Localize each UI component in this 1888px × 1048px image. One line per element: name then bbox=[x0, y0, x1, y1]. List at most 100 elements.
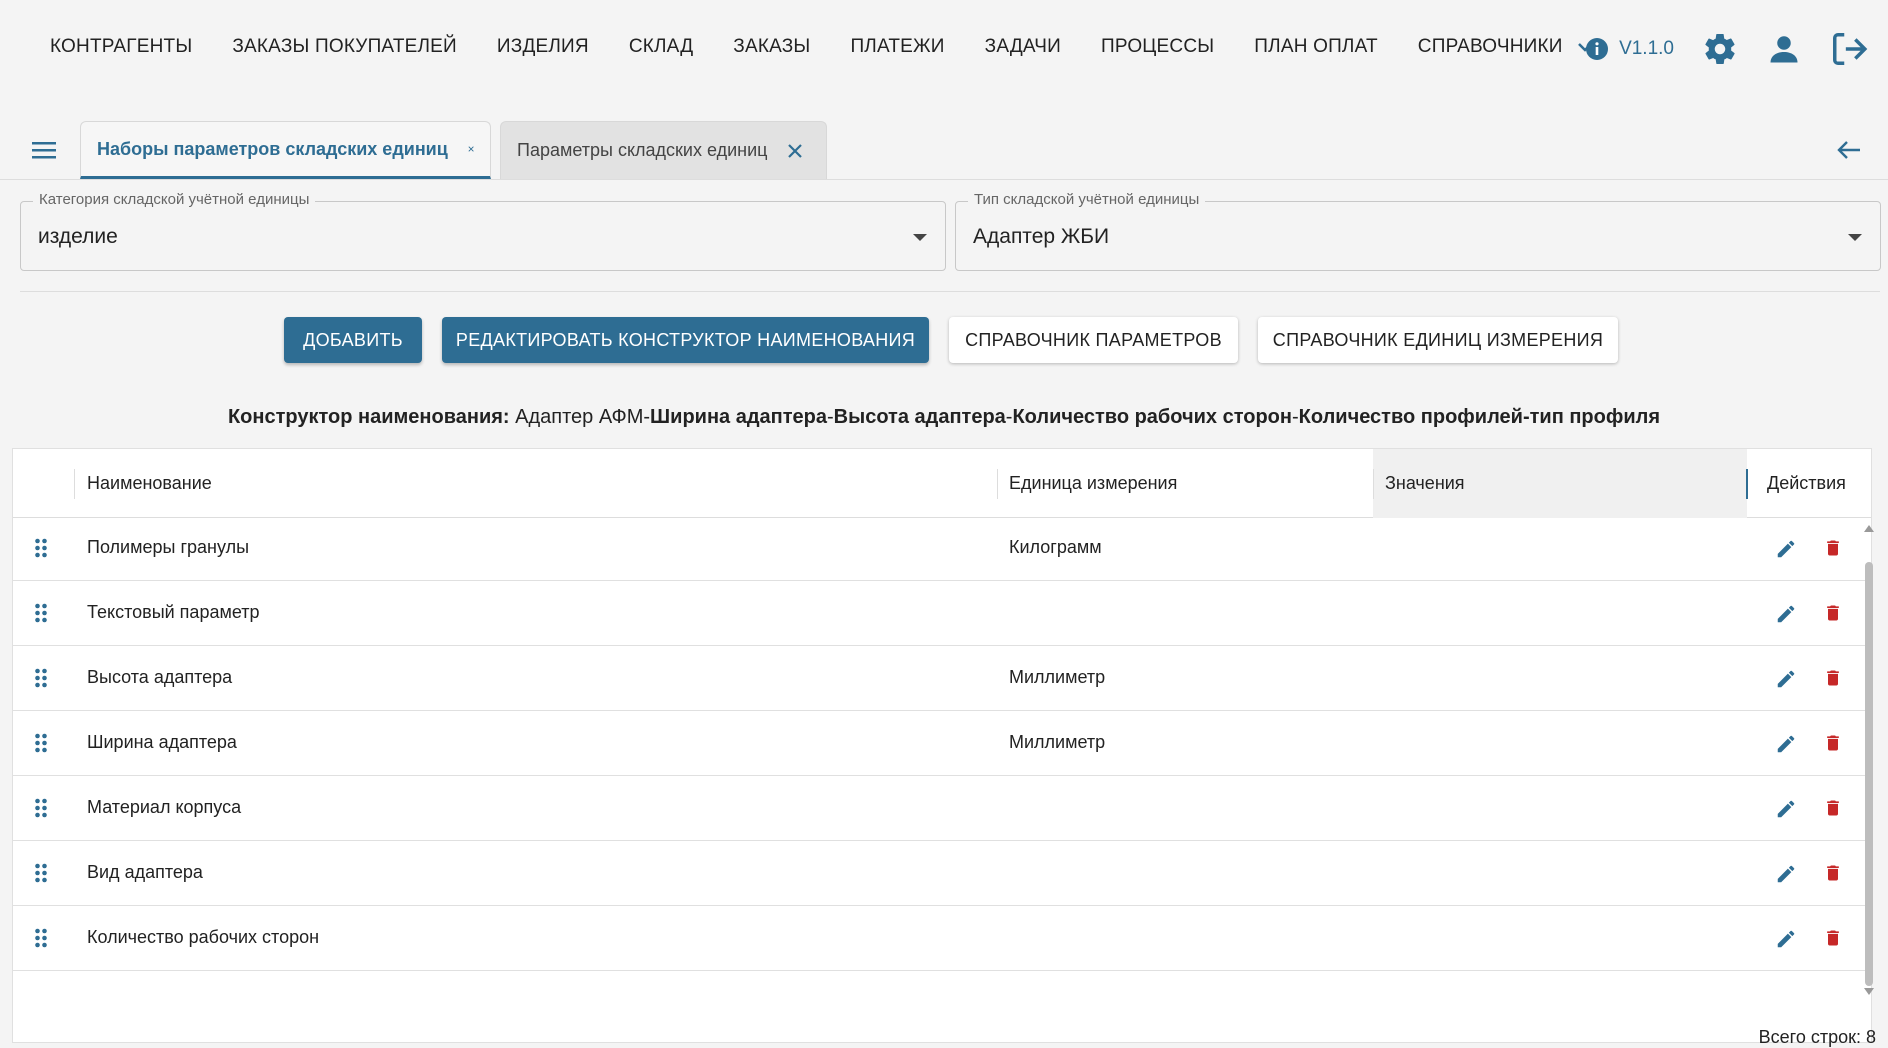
parameter-name: Текстовый параметр bbox=[87, 602, 260, 622]
parameter-unit: Килограмм bbox=[1009, 537, 1102, 557]
drag-handle-icon[interactable] bbox=[35, 668, 47, 688]
scrollbar-thumb[interactable] bbox=[1865, 562, 1873, 986]
name-constructor-prefix: Адаптер АФМ- bbox=[515, 406, 651, 428]
hamburger-menu-icon[interactable] bbox=[30, 138, 58, 162]
top-right-controls: V1.1.0 bbox=[1585, 30, 1868, 68]
dropdown-arrow-icon bbox=[913, 234, 927, 241]
logout-icon[interactable] bbox=[1830, 30, 1868, 68]
nav-item-products[interactable]: ИЗДЕЛИЯ bbox=[497, 36, 589, 58]
parameters-table: Наименование Единица измерения Значения … bbox=[12, 448, 1872, 1043]
parameter-name: Вид адаптера bbox=[87, 862, 203, 882]
table-row[interactable]: Материал корпуса bbox=[13, 776, 1871, 841]
trash-icon[interactable] bbox=[1823, 862, 1843, 884]
category-select[interactable]: Категория складской учётной единицы изде… bbox=[20, 191, 946, 271]
column-header-unit[interactable]: Единица измерения bbox=[1009, 449, 1177, 518]
parameter-name: Ширина адаптера bbox=[87, 732, 237, 752]
drag-handle-icon[interactable] bbox=[35, 603, 47, 623]
pencil-icon[interactable] bbox=[1775, 798, 1797, 820]
table-row[interactable]: Количество рабочих сторон bbox=[13, 906, 1871, 971]
user-icon[interactable] bbox=[1766, 31, 1802, 67]
drag-handle-icon[interactable] bbox=[35, 863, 47, 883]
column-header-values[interactable]: Значения bbox=[1385, 449, 1465, 518]
divider bbox=[20, 291, 1880, 292]
drag-handle-icon[interactable] bbox=[35, 538, 47, 558]
nav-item-references-label: СПРАВОЧНИКИ bbox=[1417, 36, 1563, 57]
version-info[interactable]: V1.1.0 bbox=[1585, 37, 1674, 61]
table-scrollbar[interactable] bbox=[1862, 520, 1876, 1000]
column-separator bbox=[997, 469, 998, 499]
column-header-name[interactable]: Наименование bbox=[87, 449, 212, 518]
type-select-label: Тип складской учётной единицы bbox=[968, 191, 1206, 208]
column-separator bbox=[1373, 469, 1374, 499]
name-constructor-part: Высота адаптера bbox=[833, 406, 1006, 428]
tab-parameter-sets[interactable]: Наборы параметров складских единиц bbox=[80, 121, 491, 179]
name-constructor-separator: - bbox=[1291, 406, 1299, 428]
version-label: V1.1.0 bbox=[1619, 38, 1674, 59]
scroll-up-arrow-icon[interactable] bbox=[1864, 524, 1874, 532]
dropdown-arrow-icon bbox=[1848, 234, 1862, 241]
nav-item-orders[interactable]: ЗАКАЗЫ bbox=[733, 36, 810, 58]
nav-item-warehouse[interactable]: СКЛАД bbox=[629, 36, 693, 58]
name-constructor: Конструктор наименования: Адаптер АФМ-Ши… bbox=[0, 406, 1888, 429]
drag-handle-icon[interactable] bbox=[35, 798, 47, 818]
parameter-unit: Миллиметр bbox=[1009, 732, 1106, 752]
table-row[interactable]: Высота адаптера Миллиметр bbox=[13, 646, 1871, 711]
name-constructor-label: Конструктор наименования: bbox=[227, 406, 510, 428]
row-count: Всего строк: 8 bbox=[1758, 1027, 1876, 1047]
table-row[interactable]: Текстовый параметр bbox=[13, 581, 1871, 646]
table-row[interactable]: Полимеры гранулы Килограмм bbox=[13, 516, 1871, 581]
name-constructor-separator: - bbox=[827, 406, 834, 428]
name-constructor-part: Ширина адаптера bbox=[650, 406, 827, 428]
column-header-actions: Действия bbox=[1767, 473, 1846, 493]
main-nav: КОНТРАГЕНТЫ ЗАКАЗЫ ПОКУПАТЕЛЕЙ ИЗДЕЛИЯ С… bbox=[50, 36, 1633, 58]
info-icon bbox=[1586, 38, 1609, 60]
trash-icon[interactable] bbox=[1823, 667, 1843, 689]
nav-item-tasks[interactable]: ЗАДАЧИ bbox=[985, 36, 1061, 58]
trash-icon[interactable] bbox=[1823, 732, 1843, 754]
column-resize-handle[interactable] bbox=[1746, 469, 1748, 499]
trash-icon[interactable] bbox=[1823, 797, 1843, 819]
name-constructor-part: Количество рабочих сторон bbox=[1012, 406, 1292, 428]
nav-item-customer-orders[interactable]: ЗАКАЗЫ ПОКУПАТЕЛЕЙ bbox=[232, 36, 457, 58]
nav-item-references[interactable]: СПРАВОЧНИКИ bbox=[1418, 36, 1593, 58]
nav-item-counterparties[interactable]: КОНТРАГЕНТЫ bbox=[50, 36, 192, 58]
close-icon[interactable] bbox=[468, 141, 474, 157]
drag-handle-icon[interactable] bbox=[35, 733, 47, 753]
gear-icon[interactable] bbox=[1702, 31, 1738, 67]
add-button[interactable]: ДОБАВИТЬ bbox=[284, 317, 422, 363]
pencil-icon[interactable] bbox=[1775, 863, 1797, 885]
table-row[interactable]: Ширина адаптера Миллиметр bbox=[13, 711, 1871, 776]
tabs-bar: Наборы параметров складских единиц Парам… bbox=[0, 118, 1888, 180]
nav-item-processes[interactable]: ПРОЦЕССЫ bbox=[1101, 36, 1214, 58]
edit-name-constructor-button[interactable]: РЕДАКТИРОВАТЬ КОНСТРУКТОР НАИМЕНОВАНИЯ bbox=[442, 317, 929, 363]
tab-parameter-sets-label: Наборы параметров складских единиц bbox=[97, 138, 448, 159]
parameters-reference-button[interactable]: СПРАВОЧНИК ПАРАМЕТРОВ bbox=[949, 317, 1238, 363]
top-navigation-bar: КОНТРАГЕНТЫ ЗАКАЗЫ ПОКУПАТЕЛЕЙ ИЗДЕЛИЯ С… bbox=[0, 0, 1888, 100]
pencil-icon[interactable] bbox=[1775, 928, 1797, 950]
table-row[interactable]: Вид адаптера bbox=[13, 841, 1871, 906]
trash-icon[interactable] bbox=[1823, 927, 1843, 949]
parameter-unit: Миллиметр bbox=[1009, 667, 1106, 687]
scroll-down-arrow-icon[interactable] bbox=[1864, 988, 1874, 996]
pencil-icon[interactable] bbox=[1775, 538, 1797, 560]
units-reference-button[interactable]: СПРАВОЧНИК ЕДИНИЦ ИЗМЕРЕНИЯ bbox=[1258, 317, 1618, 363]
category-select-label: Категория складской учётной единицы bbox=[33, 191, 316, 208]
close-icon[interactable] bbox=[787, 143, 803, 159]
nav-item-payment-plan[interactable]: ПЛАН ОПЛАТ bbox=[1254, 36, 1378, 58]
drag-handle-icon[interactable] bbox=[35, 928, 47, 948]
pencil-icon[interactable] bbox=[1775, 603, 1797, 625]
column-separator bbox=[74, 469, 75, 499]
nav-item-payments[interactable]: ПЛАТЕЖИ bbox=[850, 36, 944, 58]
trash-icon[interactable] bbox=[1823, 537, 1843, 559]
type-select-value: Адаптер ЖБИ bbox=[973, 225, 1110, 248]
table-header: Наименование Единица измерения Значения … bbox=[13, 449, 1871, 518]
parameter-name: Материал корпуса bbox=[87, 797, 242, 817]
arrow-left-icon[interactable] bbox=[1836, 138, 1862, 162]
pencil-icon[interactable] bbox=[1775, 733, 1797, 755]
pencil-icon[interactable] bbox=[1775, 668, 1797, 690]
tab-parameters[interactable]: Параметры складских единиц bbox=[500, 121, 827, 179]
parameter-name: Высота адаптера bbox=[87, 667, 233, 687]
trash-icon[interactable] bbox=[1823, 602, 1843, 624]
type-select[interactable]: Тип складской учётной единицы Адаптер ЖБ… bbox=[955, 191, 1881, 271]
tab-parameters-label: Параметры складских единиц bbox=[517, 140, 768, 160]
